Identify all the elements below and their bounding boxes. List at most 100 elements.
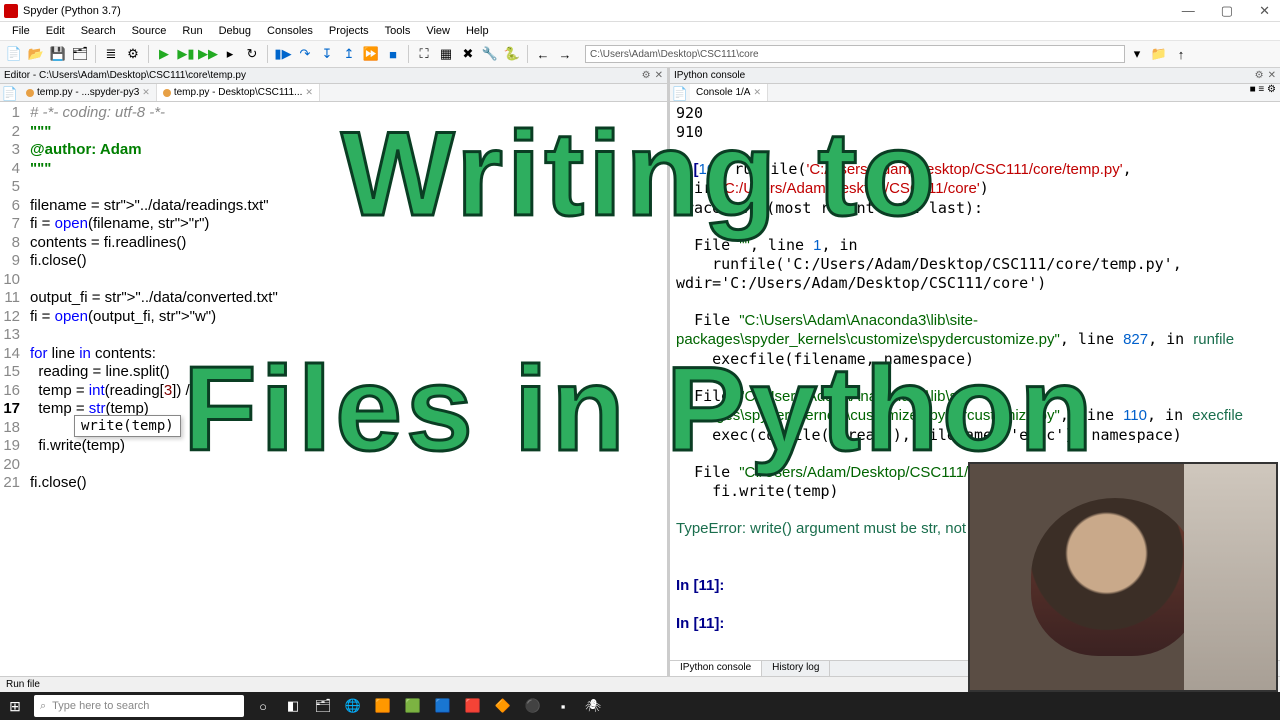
sublime-icon[interactable]: 🟧 <box>368 692 398 720</box>
close-tab-icon[interactable]: ✕ <box>305 87 313 98</box>
close-button[interactable]: ✕ <box>1253 3 1276 19</box>
editor-tab-0[interactable]: temp.py - ...spyder-py3 ✕ <box>20 84 157 101</box>
open-file-icon[interactable]: 📂 <box>26 44 46 64</box>
menu-source[interactable]: Source <box>126 24 173 38</box>
editor-tab-label: temp.py - Desktop\CSC111... <box>174 87 303 98</box>
cortana-icon[interactable]: ○ <box>248 692 278 720</box>
start-button[interactable]: ⊞ <box>0 692 30 720</box>
separator <box>95 45 96 63</box>
menu-help[interactable]: Help <box>460 24 495 38</box>
preferences-icon[interactable]: ✖ <box>458 44 478 64</box>
run-selection-icon[interactable]: ▸ <box>220 44 240 64</box>
editor-tab-label: temp.py - ...spyder-py3 <box>37 87 139 98</box>
menu-view[interactable]: View <box>420 24 456 38</box>
console-tab[interactable]: Console 1/A ✕ <box>690 84 768 101</box>
menu-file[interactable]: File <box>6 24 36 38</box>
full-screen-icon[interactable]: ▦ <box>436 44 456 64</box>
save-icon[interactable]: 💾 <box>48 44 68 64</box>
pane-opts-icon[interactable]: ⚙ <box>1255 70 1264 81</box>
menu-edit[interactable]: Edit <box>40 24 71 38</box>
window-titlebar: Spyder (Python 3.7) — ▢ ✕ <box>0 0 1280 22</box>
spyder-app-icon <box>4 4 18 18</box>
menu-tools[interactable]: Tools <box>379 24 417 38</box>
run-cell-advance-icon[interactable]: ▶▶ <box>198 44 218 64</box>
window-title: Spyder (Python 3.7) <box>23 5 121 17</box>
new-file-icon[interactable]: 📄 <box>4 44 24 64</box>
stop-debug-icon[interactable]: ■ <box>383 44 403 64</box>
editor-pane: Editor - C:\Users\Adam\Desktop\CSC111\co… <box>0 68 670 676</box>
menu-run[interactable]: Run <box>176 24 208 38</box>
working-dir-path: C:\Users\Adam\Desktop\CSC111\core <box>590 49 759 60</box>
console-gear-icon[interactable]: ⚙ <box>1267 84 1276 95</box>
menu-debug[interactable]: Debug <box>213 24 257 38</box>
word-icon[interactable]: 🟦 <box>428 692 458 720</box>
separator <box>527 45 528 63</box>
obs-icon[interactable]: ⚫ <box>518 692 548 720</box>
bottom-tab-ipython[interactable]: IPython console <box>670 661 762 676</box>
rerun-icon[interactable]: ↻ <box>242 44 262 64</box>
menu-projects[interactable]: Projects <box>323 24 375 38</box>
search-icon: ⌕ <box>40 700 46 713</box>
browse-dir-icon[interactable]: ▾ <box>1127 44 1147 64</box>
windows-taskbar: ⊞ ⌕ Type here to search ○ ◧ 🗂 🌐 🟧 🟩 🟦 🟥 … <box>0 692 1280 720</box>
python-path-icon[interactable]: 🐍 <box>502 44 522 64</box>
menu-consoles[interactable]: Consoles <box>261 24 319 38</box>
code-area[interactable]: # -*- coding: utf-8 -*-"""@author: Adam"… <box>24 102 667 676</box>
webcam-overlay <box>968 462 1278 692</box>
console-tabs: 📄 Console 1/A ✕ ■ ≡ ⚙ <box>670 84 1280 102</box>
close-tab-icon[interactable]: ✕ <box>142 87 150 98</box>
spyder-task-icon[interactable]: 🕷 <box>578 692 608 720</box>
back-icon[interactable]: ← <box>533 44 553 64</box>
separator <box>408 45 409 63</box>
excel-icon[interactable]: 🟩 <box>398 692 428 720</box>
maximize-button[interactable]: ▢ <box>1215 3 1239 19</box>
separator <box>267 45 268 63</box>
task-view-icon[interactable]: ◧ <box>278 692 308 720</box>
console-tab-label: Console 1/A <box>696 87 750 98</box>
file-icon <box>163 89 171 97</box>
ipython-pane-header: IPython console ⚙✕ <box>670 68 1280 84</box>
pane-close-icon[interactable]: ✕ <box>1268 70 1276 81</box>
explorer-icon[interactable]: 🗂 <box>308 692 338 720</box>
step-over-icon[interactable]: ↷ <box>295 44 315 64</box>
tab-list-icon[interactable]: 📄 <box>670 84 690 104</box>
code-completion-popup[interactable]: write(temp) <box>74 415 181 437</box>
chrome-icon[interactable]: 🌐 <box>338 692 368 720</box>
console-stop-icon[interactable]: ■ <box>1250 84 1256 95</box>
menu-bar: File Edit Search Source Run Debug Consol… <box>0 22 1280 40</box>
working-dir-box[interactable]: C:\Users\Adam\Desktop\CSC111\core <box>585 45 1125 63</box>
maximize-pane-icon[interactable]: ⛶ <box>414 44 434 64</box>
outline-icon[interactable]: ≣ <box>101 44 121 64</box>
save-all-icon[interactable]: 🗂 <box>70 44 90 64</box>
editor-tabs: 📄 temp.py - ...spyder-py3 ✕ temp.py - De… <box>0 84 667 102</box>
separator <box>148 45 149 63</box>
close-tab-icon[interactable]: ✕ <box>753 87 761 98</box>
bottom-tab-history[interactable]: History log <box>762 661 830 676</box>
step-out-icon[interactable]: ↥ <box>339 44 359 64</box>
terminal-icon[interactable]: ▪ <box>548 692 578 720</box>
step-in-icon[interactable]: ↧ <box>317 44 337 64</box>
minimize-button[interactable]: — <box>1176 3 1201 19</box>
editor-tab-1[interactable]: temp.py - Desktop\CSC111... ✕ <box>157 84 320 101</box>
status-left: Run file <box>6 679 40 690</box>
line-gutter: 123456789101112131415161718192021 <box>0 102 24 676</box>
wrench-icon[interactable]: 🔧 <box>480 44 500 64</box>
menu-search[interactable]: Search <box>75 24 122 38</box>
powerpoint-icon[interactable]: 🟥 <box>458 692 488 720</box>
run-icon[interactable]: ▶ <box>154 44 174 64</box>
file-icon <box>26 89 34 97</box>
tab-list-icon[interactable]: 📄 <box>0 84 20 104</box>
up-dir-icon[interactable]: ↑ <box>1171 44 1191 64</box>
code-editor[interactable]: 123456789101112131415161718192021 # -*- … <box>0 102 667 676</box>
continue-icon[interactable]: ⏩ <box>361 44 381 64</box>
forward-icon[interactable]: → <box>555 44 575 64</box>
console-opts-icon[interactable]: ≡ <box>1258 84 1264 95</box>
debug-icon[interactable]: ▮▶ <box>273 44 293 64</box>
parent-dir-icon[interactable]: 📁 <box>1149 44 1169 64</box>
pane-opts-icon[interactable]: ⚙ <box>642 70 651 81</box>
vlc-icon[interactable]: 🔶 <box>488 692 518 720</box>
run-cell-icon[interactable]: ▶▮ <box>176 44 196 64</box>
settings-icon[interactable]: ⚙ <box>123 44 143 64</box>
pane-close-icon[interactable]: ✕ <box>655 70 663 81</box>
taskbar-search[interactable]: ⌕ Type here to search <box>34 695 244 717</box>
